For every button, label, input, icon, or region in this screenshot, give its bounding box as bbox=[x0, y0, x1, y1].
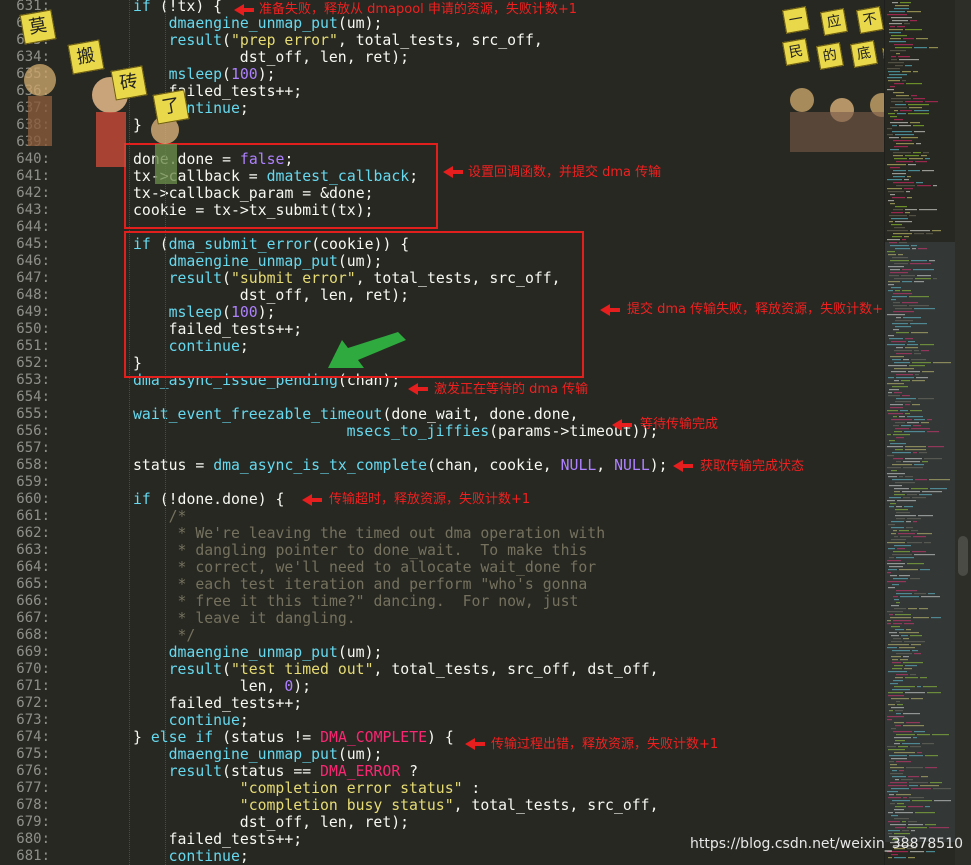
code-line[interactable]: dst_off, len, ret); bbox=[240, 814, 409, 831]
line-number: 664: bbox=[16, 559, 50, 575]
line-number: 653: bbox=[16, 372, 50, 388]
line-number: 663: bbox=[16, 542, 50, 558]
code-line[interactable]: * each test iteration and perform "who's… bbox=[169, 576, 588, 593]
line-number: 646: bbox=[16, 253, 50, 269]
sticker-sign: 的 bbox=[816, 42, 844, 70]
code-line[interactable]: result("prep error", total_tests, src_of… bbox=[169, 32, 543, 49]
minimap-viewport[interactable] bbox=[885, 242, 955, 842]
code-line[interactable]: continue; bbox=[169, 848, 249, 865]
line-number: 662: bbox=[16, 525, 50, 541]
code-line[interactable]: len, 0); bbox=[240, 678, 311, 695]
code-line[interactable]: dmaengine_unmap_put(um); bbox=[169, 644, 383, 661]
line-number: 671: bbox=[16, 678, 50, 694]
line-number: 676: bbox=[16, 763, 50, 779]
line-number: 667: bbox=[16, 610, 50, 626]
line-number: 644: bbox=[16, 219, 50, 235]
line-number: 660: bbox=[16, 491, 50, 507]
line-number: 677: bbox=[16, 780, 50, 796]
line-number: 645: bbox=[16, 236, 50, 252]
sticker-sign: 不 bbox=[856, 6, 884, 34]
annotation-wait-complete: 等待传输完成 bbox=[640, 417, 719, 432]
line-number: 649: bbox=[16, 304, 50, 320]
green-arrow-icon bbox=[328, 332, 406, 368]
scrollbar-thumb[interactable] bbox=[958, 536, 968, 576]
code-line[interactable]: "completion error status" : bbox=[240, 780, 481, 797]
annotation-timeout: 传输超时，释放资源，失败计数+1 bbox=[329, 492, 531, 507]
line-number: 652: bbox=[16, 355, 50, 371]
arrow-icon bbox=[302, 494, 322, 506]
code-line[interactable]: dst_off, len, ret); bbox=[240, 49, 409, 66]
sticker-sign: 应 bbox=[820, 8, 848, 36]
code-line[interactable]: */ bbox=[169, 627, 196, 644]
arrow-icon bbox=[443, 166, 463, 178]
sticker-left: 莫 搬 砖 了 bbox=[0, 0, 200, 200]
arrow-icon bbox=[465, 738, 485, 750]
annotation-issue-pending: 激发正在等待的 dma 传输 bbox=[434, 382, 589, 397]
line-number: 650: bbox=[16, 321, 50, 337]
code-line[interactable]: failed_tests++; bbox=[169, 695, 303, 712]
line-number: 669: bbox=[16, 644, 50, 660]
arrow-icon bbox=[673, 460, 693, 472]
sticker-sign: 一 bbox=[782, 6, 810, 34]
sticker-sign: 民 bbox=[782, 38, 810, 66]
line-number: 668: bbox=[16, 627, 50, 643]
line-number: 654: bbox=[16, 389, 50, 405]
code-line[interactable]: } else if (status != DMA_COMPLETE) { bbox=[133, 729, 454, 746]
annotation-transfer-error: 传输过程出错，释放资源，失败计数+1 bbox=[491, 737, 719, 752]
line-number: 665: bbox=[16, 576, 50, 592]
code-line[interactable]: * correct, we'll need to allocate wait_d… bbox=[169, 559, 597, 576]
line-number: 651: bbox=[16, 338, 50, 354]
sticker-sign: 底 bbox=[850, 40, 878, 68]
code-line[interactable]: * dangling pointer to done_wait. To make… bbox=[169, 542, 588, 559]
arrow-icon bbox=[408, 383, 428, 395]
sticker-sign: 搬 bbox=[67, 39, 105, 75]
line-number: 680: bbox=[16, 831, 50, 847]
line-number: 681: bbox=[16, 848, 50, 864]
line-number: 675: bbox=[16, 746, 50, 762]
line-number: 657: bbox=[16, 440, 50, 456]
code-line[interactable]: * leave it dangling. bbox=[169, 610, 356, 627]
sticker-sign: 了 bbox=[152, 89, 190, 125]
code-line[interactable]: /* bbox=[169, 508, 187, 525]
line-number: 643: bbox=[16, 202, 50, 218]
code-line[interactable]: failed_tests++; bbox=[169, 831, 303, 848]
sticker-sign: 莫 bbox=[19, 9, 57, 45]
line-number: 658: bbox=[16, 457, 50, 473]
code-line[interactable]: continue; bbox=[169, 712, 249, 729]
sticker-sign: 砖 bbox=[110, 65, 148, 101]
code-line[interactable]: wait_event_freezable_timeout(done_wait, … bbox=[133, 406, 578, 423]
line-number: 656: bbox=[16, 423, 50, 439]
watermark: https://blog.csdn.net/weixin_38878510 bbox=[690, 836, 964, 852]
arrow-icon bbox=[612, 419, 632, 431]
line-number: 647: bbox=[16, 270, 50, 286]
annotation-get-status: 获取传输完成状态 bbox=[700, 459, 805, 474]
code-line[interactable]: result("test timed out", total_tests, sr… bbox=[169, 661, 659, 678]
code-line[interactable]: if (!done.done) { bbox=[133, 491, 284, 508]
code-line[interactable]: status = dma_async_is_tx_complete(chan, … bbox=[133, 457, 668, 474]
line-number: 678: bbox=[16, 797, 50, 813]
annotation-prep-fail: 准备失败，释放从 dmapool 申请的资源，失败计数+1 bbox=[259, 2, 578, 17]
code-line[interactable]: result(status == DMA_ERROR ? bbox=[169, 763, 418, 780]
arrow-icon bbox=[234, 4, 254, 16]
line-number: 672: bbox=[16, 695, 50, 711]
code-line[interactable]: dmaengine_unmap_put(um); bbox=[169, 746, 383, 763]
code-line[interactable]: * free it this time?" dancing. For now, … bbox=[169, 593, 579, 610]
line-number: 661: bbox=[16, 508, 50, 524]
annotation-submit-fail: 提交 dma 传输失败，释放资源，失败计数+1 bbox=[627, 302, 892, 317]
line-number: 659: bbox=[16, 474, 50, 490]
line-number: 673: bbox=[16, 712, 50, 728]
line-number: 670: bbox=[16, 661, 50, 677]
line-number: 655: bbox=[16, 406, 50, 422]
annotation-set-callback: 设置回调函数，并提交 dma 传输 bbox=[468, 165, 662, 180]
line-number: 666: bbox=[16, 593, 50, 609]
vertical-scrollbar[interactable] bbox=[955, 0, 971, 865]
arrow-icon bbox=[600, 304, 620, 316]
line-number: 679: bbox=[16, 814, 50, 830]
code-line[interactable]: "completion busy status", total_tests, s… bbox=[240, 797, 659, 814]
line-number: 648: bbox=[16, 287, 50, 303]
line-number: 674: bbox=[16, 729, 50, 745]
code-editor[interactable]: 631:632:633:634:635:636:637:638:639:640:… bbox=[0, 0, 971, 865]
code-line[interactable]: * We're leaving the timed out dma operat… bbox=[169, 525, 606, 542]
